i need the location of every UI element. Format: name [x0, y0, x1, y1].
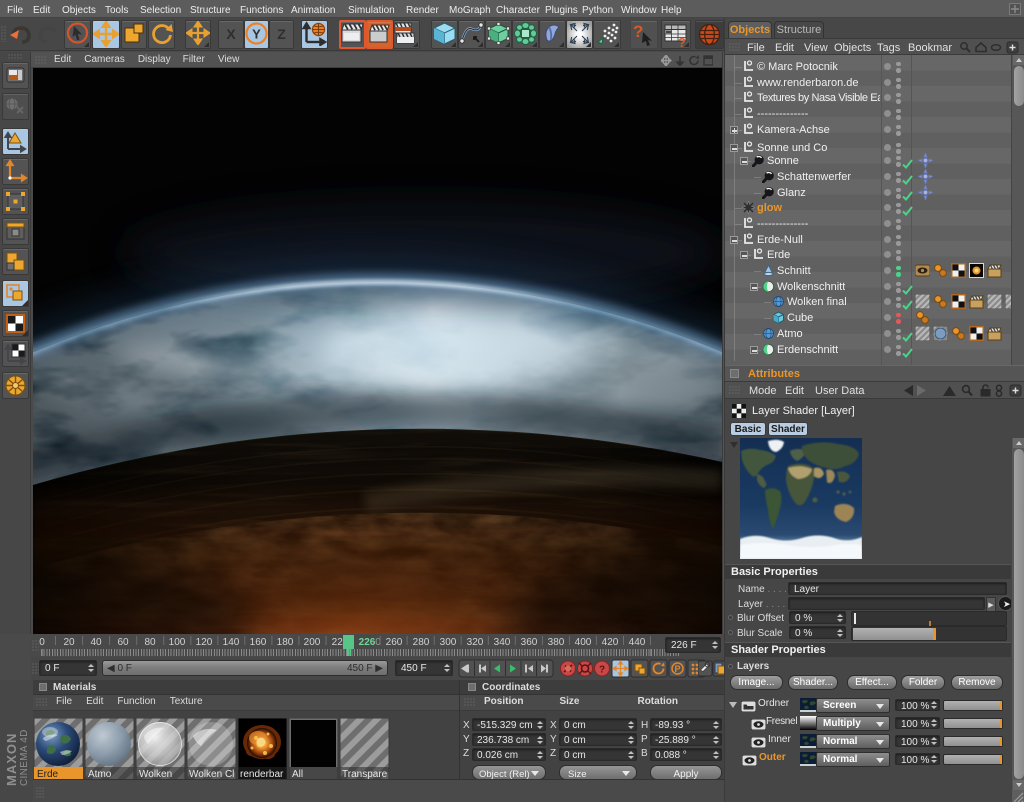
- svg-text:20: 20: [63, 637, 75, 648]
- svg-text:400: 400: [575, 637, 592, 648]
- svg-text:200: 200: [304, 637, 321, 648]
- svg-text:280: 280: [413, 637, 430, 648]
- svg-text:440: 440: [629, 637, 646, 648]
- svg-text:120: 120: [196, 637, 213, 648]
- svg-text:0: 0: [39, 637, 45, 648]
- svg-text:180: 180: [277, 637, 294, 648]
- svg-text:?: ?: [678, 35, 686, 48]
- svg-text:380: 380: [548, 637, 565, 648]
- svg-text:140: 140: [223, 637, 240, 648]
- svg-text:226: 226: [359, 637, 376, 648]
- svg-text:320: 320: [467, 637, 484, 648]
- svg-text:360: 360: [521, 637, 538, 648]
- svg-text:420: 420: [602, 637, 619, 648]
- svg-text:40: 40: [90, 637, 102, 648]
- svg-text:300: 300: [440, 637, 457, 648]
- svg-text:340: 340: [494, 637, 511, 648]
- svg-text:?: ?: [633, 22, 643, 41]
- svg-text:?: ?: [599, 665, 605, 676]
- svg-text:P: P: [674, 664, 680, 674]
- svg-text:Y: Y: [252, 27, 261, 42]
- svg-text:160: 160: [250, 637, 267, 648]
- svg-text:100: 100: [169, 637, 186, 648]
- svg-text:260: 260: [386, 637, 403, 648]
- svg-text:80: 80: [144, 637, 156, 648]
- svg-text:60: 60: [117, 637, 129, 648]
